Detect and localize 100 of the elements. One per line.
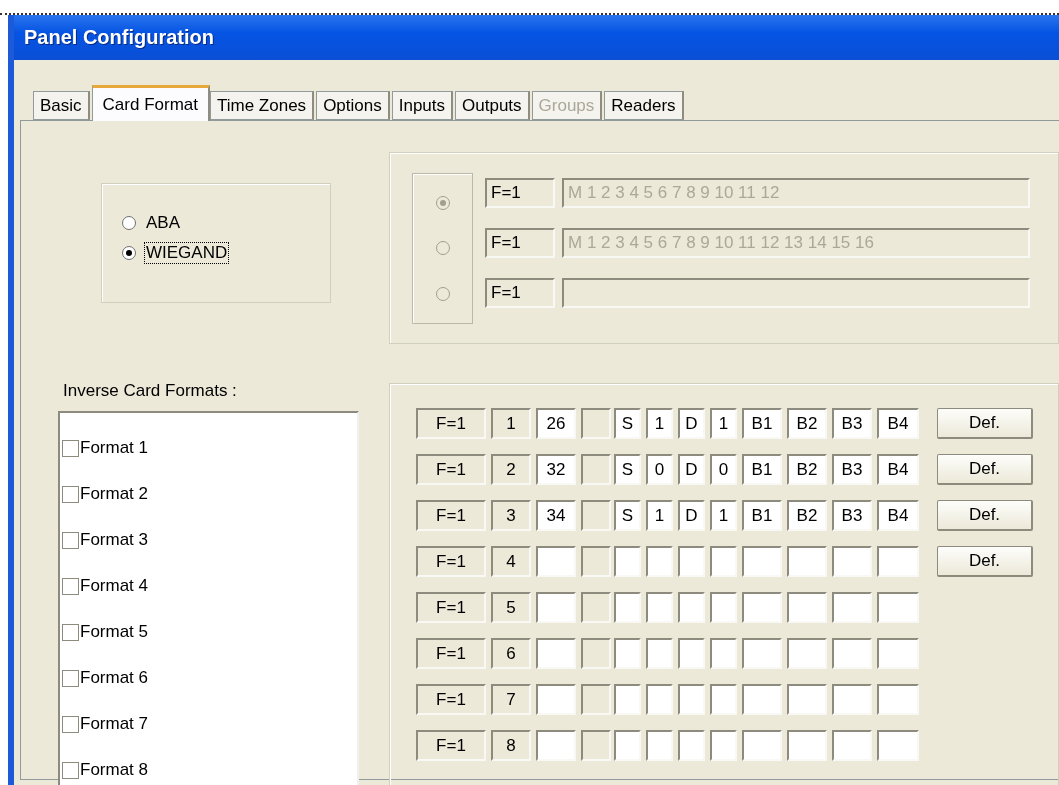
checkbox[interactable] bbox=[62, 669, 79, 687]
table-cell[interactable] bbox=[877, 638, 919, 669]
radio-button[interactable] bbox=[122, 216, 136, 230]
format-field[interactable] bbox=[562, 278, 1030, 308]
table-cell[interactable]: D bbox=[678, 454, 705, 485]
table-cell[interactable] bbox=[581, 408, 611, 439]
table-cell[interactable] bbox=[710, 638, 737, 669]
table-cell[interactable] bbox=[678, 638, 705, 669]
tab[interactable]: Inputs bbox=[391, 91, 454, 120]
table-cell[interactable]: 34 bbox=[536, 500, 576, 531]
table-cell[interactable] bbox=[536, 684, 576, 715]
list-item[interactable]: Format 5 bbox=[80, 622, 149, 642]
table-cell[interactable] bbox=[614, 730, 641, 761]
table-cell[interactable]: 1 bbox=[646, 500, 673, 531]
checkbox[interactable] bbox=[62, 439, 79, 457]
checkbox[interactable] bbox=[62, 577, 79, 595]
tab[interactable]: Readers bbox=[604, 91, 684, 120]
table-cell[interactable]: B3 bbox=[832, 500, 872, 531]
table-cell[interactable]: B2 bbox=[787, 454, 827, 485]
table-cell[interactable]: S bbox=[614, 454, 641, 485]
table-cell[interactable]: B4 bbox=[877, 454, 919, 485]
list-item[interactable]: Format 3 bbox=[80, 530, 149, 550]
checkbox[interactable] bbox=[62, 531, 79, 549]
table-cell[interactable]: B1 bbox=[742, 500, 782, 531]
checkbox[interactable] bbox=[62, 485, 79, 503]
table-cell[interactable] bbox=[742, 546, 782, 577]
table-cell[interactable] bbox=[581, 684, 611, 715]
default-button[interactable]: Def. bbox=[937, 454, 1033, 485]
radio-label[interactable]: ABA bbox=[144, 212, 183, 234]
table-cell[interactable] bbox=[536, 638, 576, 669]
table-cell[interactable] bbox=[710, 592, 737, 623]
table-cell[interactable] bbox=[787, 684, 827, 715]
table-cell[interactable] bbox=[581, 730, 611, 761]
table-cell[interactable] bbox=[742, 638, 782, 669]
table-cell[interactable] bbox=[787, 546, 827, 577]
table-cell[interactable]: B1 bbox=[742, 408, 782, 439]
list-item[interactable]: Format 2 bbox=[80, 484, 149, 504]
table-cell[interactable] bbox=[742, 730, 782, 761]
table-cell[interactable] bbox=[832, 546, 872, 577]
table-cell[interactable] bbox=[581, 454, 611, 485]
table-cell[interactable] bbox=[614, 638, 641, 669]
table-cell[interactable]: B2 bbox=[787, 500, 827, 531]
table-cell[interactable] bbox=[536, 546, 576, 577]
table-cell[interactable] bbox=[581, 638, 611, 669]
table-cell[interactable] bbox=[614, 592, 641, 623]
checkbox[interactable] bbox=[62, 623, 79, 641]
table-cell[interactable]: B3 bbox=[832, 454, 872, 485]
table-cell[interactable] bbox=[832, 592, 872, 623]
table-cell[interactable]: B3 bbox=[832, 408, 872, 439]
table-cell[interactable] bbox=[581, 500, 611, 531]
tab[interactable]: Basic bbox=[33, 91, 90, 120]
table-cell[interactable] bbox=[646, 592, 673, 623]
table-cell[interactable] bbox=[877, 546, 919, 577]
table-cell[interactable] bbox=[710, 730, 737, 761]
table-cell[interactable] bbox=[646, 638, 673, 669]
table-cell[interactable] bbox=[710, 546, 737, 577]
table-cell[interactable] bbox=[646, 684, 673, 715]
table-cell[interactable]: B4 bbox=[877, 408, 919, 439]
default-button[interactable]: Def. bbox=[937, 546, 1033, 577]
table-cell[interactable] bbox=[832, 684, 872, 715]
table-cell[interactable]: 26 bbox=[536, 408, 576, 439]
table-cell[interactable]: S bbox=[614, 408, 641, 439]
tab[interactable]: Time Zones bbox=[210, 91, 315, 120]
table-cell[interactable] bbox=[832, 638, 872, 669]
table-cell[interactable] bbox=[877, 730, 919, 761]
table-cell[interactable]: B2 bbox=[787, 408, 827, 439]
table-cell[interactable] bbox=[581, 546, 611, 577]
table-cell[interactable] bbox=[678, 684, 705, 715]
table-cell[interactable] bbox=[678, 730, 705, 761]
table-cell[interactable]: B4 bbox=[877, 500, 919, 531]
table-cell[interactable]: 1 bbox=[646, 408, 673, 439]
table-cell[interactable]: 0 bbox=[710, 454, 737, 485]
table-cell[interactable] bbox=[832, 730, 872, 761]
table-cell[interactable]: B1 bbox=[742, 454, 782, 485]
table-cell[interactable] bbox=[678, 592, 705, 623]
radio-button[interactable] bbox=[122, 246, 136, 260]
table-cell[interactable]: 32 bbox=[536, 454, 576, 485]
table-cell[interactable] bbox=[678, 546, 705, 577]
list-item[interactable]: Format 4 bbox=[80, 576, 149, 596]
table-cell[interactable] bbox=[536, 730, 576, 761]
default-button[interactable]: Def. bbox=[937, 500, 1033, 531]
list-item[interactable]: Format 1 bbox=[80, 438, 149, 458]
table-cell[interactable] bbox=[787, 638, 827, 669]
table-cell[interactable]: 0 bbox=[646, 454, 673, 485]
table-cell[interactable] bbox=[581, 592, 611, 623]
table-cell[interactable]: D bbox=[678, 500, 705, 531]
checkbox[interactable] bbox=[62, 761, 79, 779]
table-cell[interactable]: 1 bbox=[710, 408, 737, 439]
table-cell[interactable] bbox=[787, 592, 827, 623]
table-cell[interactable] bbox=[614, 546, 641, 577]
tab[interactable]: Outputs bbox=[455, 91, 530, 120]
table-cell[interactable] bbox=[742, 684, 782, 715]
table-cell[interactable] bbox=[877, 592, 919, 623]
table-cell[interactable] bbox=[710, 684, 737, 715]
table-cell[interactable] bbox=[742, 592, 782, 623]
table-cell[interactable] bbox=[646, 546, 673, 577]
list-item[interactable]: Format 8 bbox=[80, 760, 149, 780]
table-cell[interactable] bbox=[787, 730, 827, 761]
tab[interactable]: Options bbox=[316, 91, 390, 120]
table-cell[interactable] bbox=[877, 684, 919, 715]
